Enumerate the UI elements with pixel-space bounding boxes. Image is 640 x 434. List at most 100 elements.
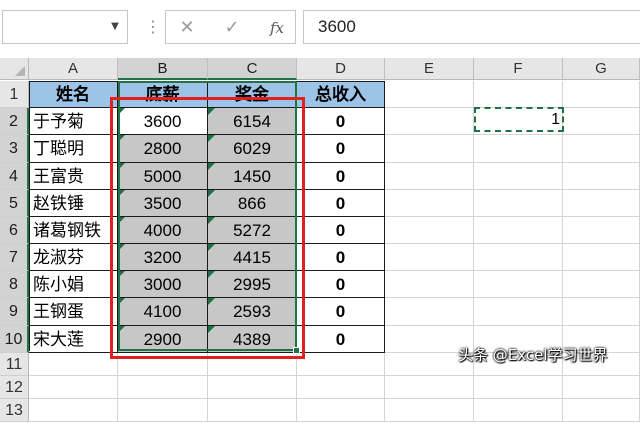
cell-f2-value[interactable]: 1 [474, 107, 562, 132]
formula-input[interactable]: 3600 [303, 10, 640, 44]
cell-c3[interactable]: 6029 [208, 135, 297, 163]
cell-f7[interactable] [474, 244, 563, 271]
cell-g1[interactable] [563, 81, 640, 108]
table-header-b[interactable]: 底薪 [118, 81, 208, 108]
name-box[interactable]: ▼ [2, 10, 128, 44]
cell-d13[interactable] [297, 399, 385, 422]
cell-c6[interactable]: 5272 [208, 217, 297, 244]
cell-e1[interactable] [385, 81, 474, 108]
cell-e9[interactable] [385, 298, 474, 326]
cell-f1[interactable] [474, 81, 563, 108]
cell-f6[interactable] [474, 217, 563, 244]
checkmark-icon[interactable]: ✓ [221, 17, 243, 39]
cell-g2[interactable] [563, 108, 640, 135]
cell-a13[interactable] [29, 399, 118, 422]
cell-e6[interactable] [385, 217, 474, 244]
table-header-d[interactable]: 总收入 [297, 81, 385, 108]
cell-f12[interactable] [474, 376, 563, 399]
row-header-8[interactable]: 8 [0, 271, 29, 298]
cell-f5[interactable] [474, 190, 563, 217]
cell-e8[interactable] [385, 271, 474, 298]
cell-c8[interactable]: 2995 [208, 271, 297, 298]
column-header-d[interactable]: D [297, 58, 385, 80]
cell-b5[interactable]: 3500 [118, 190, 208, 217]
cell-b11[interactable] [118, 353, 208, 376]
cell-f4[interactable] [474, 163, 563, 190]
row-header-3[interactable]: 3 [0, 135, 29, 163]
cell-a8[interactable]: 陈小娟 [29, 271, 118, 298]
row-header-5[interactable]: 5 [0, 190, 29, 217]
column-header-a[interactable]: A [29, 58, 118, 80]
cell-e2[interactable] [385, 108, 474, 135]
cell-d7[interactable]: 0 [297, 244, 385, 271]
cell-c2[interactable]: 6154 [208, 108, 297, 135]
cell-g4[interactable] [563, 163, 640, 190]
cell-c7[interactable]: 4415 [208, 244, 297, 271]
cell-b10[interactable]: 2900 [118, 326, 208, 353]
column-header-f[interactable]: F [474, 58, 563, 80]
row-header-11[interactable]: 11 [0, 353, 29, 376]
cell-c4[interactable]: 1450 [208, 163, 297, 190]
row-header-10[interactable]: 10 [0, 326, 29, 353]
cell-a6[interactable]: 诸葛钢铁 [29, 217, 118, 244]
cell-g5[interactable] [563, 190, 640, 217]
cell-d9[interactable]: 0 [297, 298, 385, 326]
cell-e12[interactable] [385, 376, 474, 399]
column-header-e[interactable]: E [385, 58, 474, 80]
cell-a2[interactable]: 于予菊 [29, 108, 118, 135]
cell-g12[interactable] [563, 376, 640, 399]
row-header-4[interactable]: 4 [0, 163, 29, 190]
cell-e3[interactable] [385, 135, 474, 163]
cell-f13[interactable] [474, 399, 563, 422]
cell-d12[interactable] [297, 376, 385, 399]
cell-d4[interactable]: 0 [297, 163, 385, 190]
cell-a5[interactable]: 赵铁锤 [29, 190, 118, 217]
row-header-1[interactable]: 1 [0, 81, 29, 108]
cell-f3[interactable] [474, 135, 563, 163]
cell-a4[interactable]: 王富贵 [29, 163, 118, 190]
row-header-9[interactable]: 9 [0, 298, 29, 326]
fill-handle[interactable] [293, 347, 300, 354]
cell-d6[interactable]: 0 [297, 217, 385, 244]
row-header-13[interactable]: 13 [0, 399, 29, 422]
cell-d5[interactable]: 0 [297, 190, 385, 217]
cell-a7[interactable]: 龙淑芬 [29, 244, 118, 271]
cell-d8[interactable]: 0 [297, 271, 385, 298]
cell-g3[interactable] [563, 135, 640, 163]
cell-g7[interactable] [563, 244, 640, 271]
cell-d3[interactable]: 0 [297, 135, 385, 163]
cell-a11[interactable] [29, 353, 118, 376]
cell-c10[interactable]: 4389 [208, 326, 297, 353]
cell-e7[interactable] [385, 244, 474, 271]
cell-b8[interactable]: 3000 [118, 271, 208, 298]
cell-c11[interactable] [208, 353, 297, 376]
cell-g13[interactable] [563, 399, 640, 422]
cell-f8[interactable] [474, 271, 563, 298]
cell-g6[interactable] [563, 217, 640, 244]
row-header-12[interactable]: 12 [0, 376, 29, 399]
cell-b2[interactable]: 3600 [118, 108, 208, 135]
table-header-c[interactable]: 奖金 [208, 81, 297, 108]
row-header-6[interactable]: 6 [0, 217, 29, 244]
cell-b4[interactable]: 5000 [118, 163, 208, 190]
select-all-corner[interactable] [0, 58, 29, 80]
column-header-g[interactable]: G [563, 58, 640, 80]
row-header-2[interactable]: 2 [0, 108, 29, 135]
cell-c12[interactable] [208, 376, 297, 399]
table-header-a[interactable]: 姓名 [29, 81, 118, 108]
cell-e4[interactable] [385, 163, 474, 190]
cell-f9[interactable] [474, 298, 563, 326]
cell-b13[interactable] [118, 399, 208, 422]
cell-b3[interactable]: 2800 [118, 135, 208, 163]
cell-g9[interactable] [563, 298, 640, 326]
column-header-b[interactable]: B [118, 58, 208, 80]
cell-a3[interactable]: 丁聪明 [29, 135, 118, 163]
cell-b6[interactable]: 4000 [118, 217, 208, 244]
cell-b9[interactable]: 4100 [118, 298, 208, 326]
cell-b12[interactable] [118, 376, 208, 399]
cell-d2[interactable]: 0 [297, 108, 385, 135]
cell-c9[interactable]: 2593 [208, 298, 297, 326]
cell-c13[interactable] [208, 399, 297, 422]
cell-a12[interactable] [29, 376, 118, 399]
insert-function-icon[interactable]: fx [266, 17, 288, 39]
